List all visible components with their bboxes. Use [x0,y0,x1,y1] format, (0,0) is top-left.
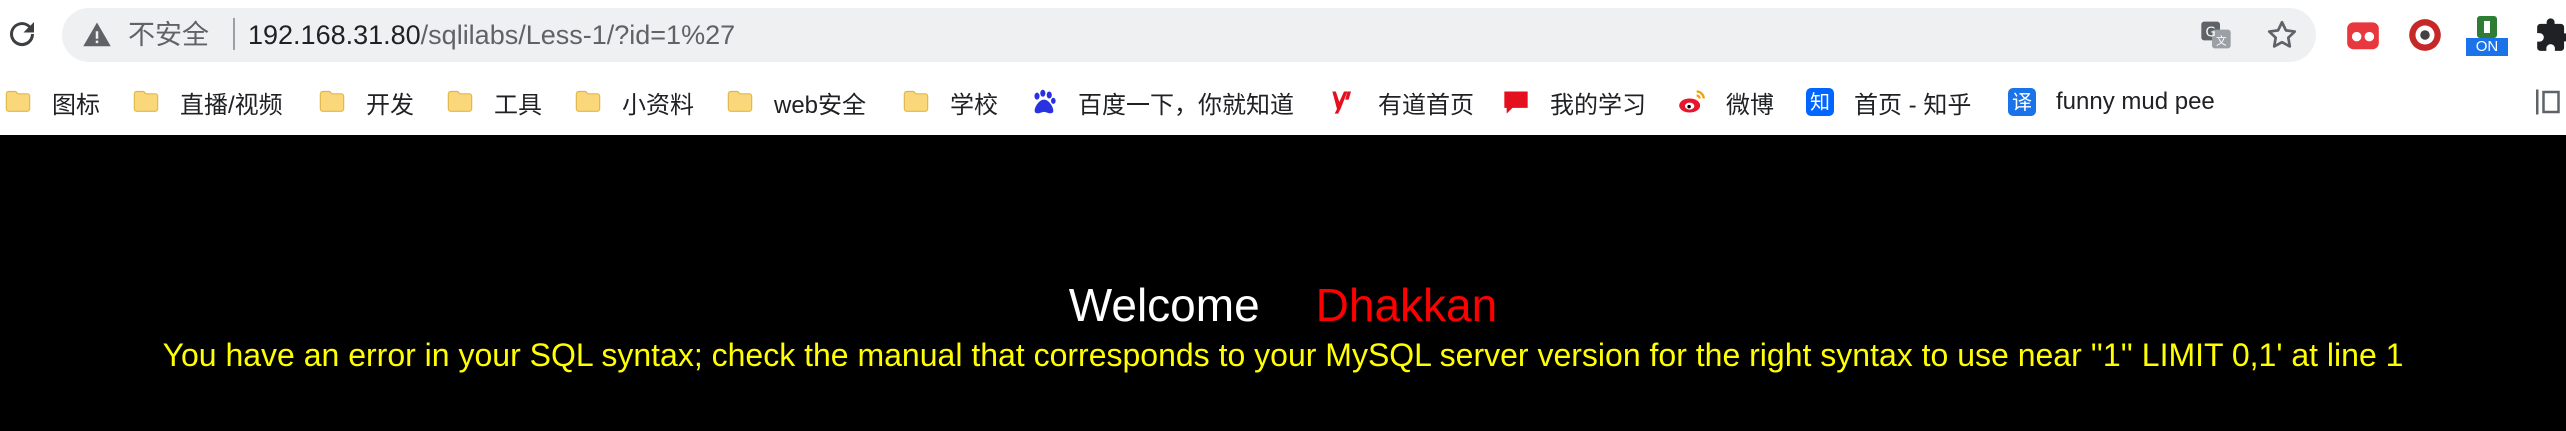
bookmark-folder-icons[interactable]: 图标 [4,82,100,122]
bookmark-label: 有道首页 [1378,91,1474,119]
folder-icon [575,90,601,112]
bookmark-youdao[interactable]: 有道首页 [1330,82,1474,122]
bookmark-folder-tools[interactable]: 工具 [446,82,542,122]
username-text: Dhakkan [1315,279,1498,331]
extension-on-icon[interactable]: ON [2466,16,2508,56]
url-text[interactable]: 192.168.31.80/sqlilabs/Less-1/?id=1%27 [248,17,735,53]
bookmark-label: funny mud pee [2056,88,2215,115]
bookmark-weibo[interactable]: 微博 [1678,82,1774,122]
bookmark-folder-live-video[interactable]: 直播/视频 [132,82,283,122]
warning-icon[interactable] [82,20,112,50]
extension-red-icon[interactable] [2344,16,2382,54]
svg-text:G: G [2206,25,2216,40]
browser-chrome: 不安全 192.168.31.80/sqlilabs/Less-1/?id=1%… [0,0,2566,135]
address-separator [233,18,235,50]
extensions-puzzle-icon[interactable] [2534,16,2566,54]
bookmark-zhihu[interactable]: 知 首页 - 知乎 [1806,82,1971,122]
bookmark-label: web安全 [774,91,867,119]
welcome-line: Welcome Dhakkan [0,278,2566,332]
bookmark-label: 图标 [52,91,100,119]
bookmark-label: 直播/视频 [180,91,283,119]
url-host: 192.168.31.80 [248,20,421,50]
translate-badge-icon: 译 [2008,88,2036,116]
bookmark-my-study[interactable]: 我的学习 [1502,82,1646,122]
bookmark-folder-materials[interactable]: 小资料 [574,82,694,122]
weibo-icon [1679,90,1705,113]
zhihu-icon: 知 [1806,88,1834,116]
extension-badge: ON [2466,38,2508,56]
folder-icon [5,90,31,112]
folder-icon [133,90,159,112]
study-icon [1504,91,1528,114]
translate-icon[interactable]: G 文 [2200,19,2232,51]
youdao-icon [1332,91,1351,114]
url-path: /sqlilabs/Less-1/?id=1%27 [420,20,736,50]
bookmark-label: 微博 [1726,91,1774,119]
folder-icon [903,90,929,112]
folder-icon [727,90,753,112]
bookmark-funny-mud-pee[interactable]: 译 funny mud pee [2008,82,2215,122]
bookmark-label: 首页 - 知乎 [1854,91,1972,119]
folder-icon [319,90,345,112]
svg-text:文: 文 [2216,34,2227,47]
security-label[interactable]: 不安全 [128,17,209,53]
bookmark-folder-school[interactable]: 学校 [902,82,998,122]
baidu-icon [1034,89,1056,114]
star-icon[interactable] [2264,17,2300,53]
bookmark-label: 学校 [950,91,998,119]
sql-error-message: You have an error in your SQL syntax; ch… [162,337,2404,373]
page-content: Welcome Dhakkan You have an error in your… [0,135,2566,431]
browser-toolbar: 不安全 192.168.31.80/sqlilabs/Less-1/?id=1%… [0,0,2566,70]
extension-on-symbol-icon [2477,16,2497,38]
bookmark-label: 工具 [494,91,542,119]
bookmark-label: 开发 [366,91,414,119]
reading-list-icon[interactable] [2531,84,2561,120]
extension-record-icon[interactable] [2406,16,2444,54]
bookmark-label: 我的学习 [1550,91,1646,119]
folder-icon [447,90,473,112]
bookmark-folder-web-security[interactable]: web安全 [726,82,866,122]
bookmark-folder-dev[interactable]: 开发 [318,82,414,122]
sqli-result: Welcome Dhakkan You have an error in your… [0,135,2566,431]
reload-icon[interactable] [4,16,40,52]
welcome-text: Welcome [1068,279,1260,331]
bookmarks-bar: 图标 直播/视频 开发 工具 小资料 web安全 学校 百度一下，你就知道 有道… [0,70,2566,135]
bookmark-label: 小资料 [622,91,694,119]
bookmark-baidu[interactable]: 百度一下，你就知道 [1030,82,1294,122]
bookmark-label: 百度一下，你就知道 [1078,91,1294,119]
